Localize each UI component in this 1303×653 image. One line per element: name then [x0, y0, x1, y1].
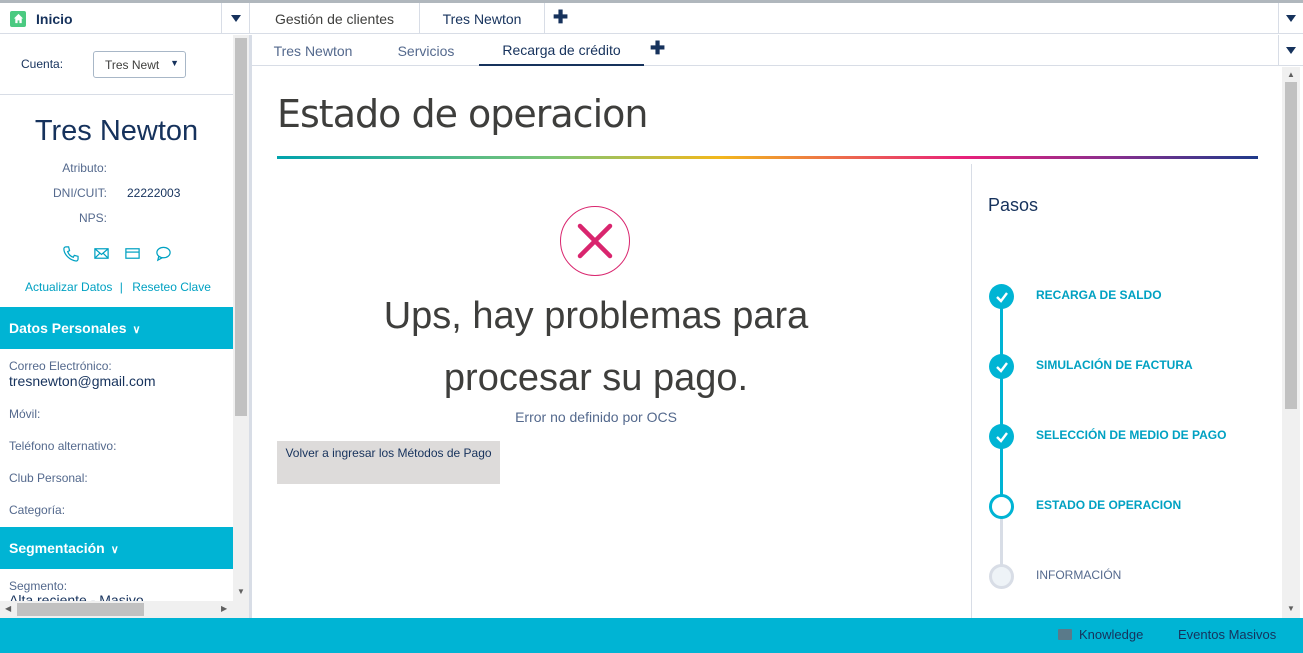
check-icon — [995, 361, 1008, 373]
email-value: tresnewton@gmail.com — [9, 373, 156, 389]
segment-label: Segmento: — [9, 579, 68, 593]
mass-events-label: Eventos Masivos — [1178, 627, 1277, 642]
profile-links: Actualizar Datos | Reseteo Clave — [25, 280, 211, 294]
chevron-down-icon: ∨ — [132, 324, 141, 336]
home-icon — [10, 10, 26, 27]
sidebar-vertical-scrollbar[interactable]: ▼ — [233, 35, 249, 601]
mass-events-button[interactable]: Eventos Masivos — [1178, 627, 1276, 642]
utility-bar: Knowledge Eventos Masivos — [0, 618, 1303, 653]
alt-phone-label: Teléfono alternativo: — [9, 439, 117, 453]
dni-label: DNI/CUIT: — [53, 186, 107, 200]
subtab-servicios[interactable]: Servicios — [382, 35, 470, 66]
error-message-line-1: Ups, hay problemas para — [383, 295, 809, 337]
subtab-label: Servicios — [397, 42, 455, 59]
sidebar-horizontal-scrollbar[interactable]: ◀ ▶ — [0, 601, 249, 618]
knowledge-button[interactable]: Knowledge — [1058, 627, 1143, 642]
subtab-recarga-credito[interactable]: Recarga de crédito — [479, 35, 644, 66]
tab-home-label: Inicio — [36, 10, 73, 27]
tab-home[interactable]: Inicio — [0, 3, 222, 34]
chat-icon[interactable] — [155, 245, 172, 262]
check-icon — [995, 431, 1008, 443]
step-3-label: SELECCIÓN DE MEDIO DE PAGO — [1036, 428, 1227, 442]
scroll-left-arrow-icon[interactable]: ◀ — [5, 604, 11, 613]
scrollbar-thumb[interactable] — [17, 603, 144, 616]
workspace-tab-bar: Inicio Gestión de clientes Tres Newton ✚ — [0, 3, 1303, 34]
attribute-label: Atributo: — [62, 161, 107, 175]
retry-payment-methods-button[interactable]: Volver a ingresar los Métodos de Pago — [277, 441, 500, 484]
add-subtab-icon[interactable]: ✚ — [650, 39, 665, 57]
section-title: Datos Personales — [9, 320, 127, 336]
account-select[interactable]: Tres Newt ▼ — [93, 51, 186, 78]
steps-title: Pasos — [988, 195, 1039, 215]
reset-password-link[interactable]: Reseteo Clave — [132, 280, 211, 294]
subtab-overflow-dropdown[interactable] — [1278, 35, 1303, 66]
contact-actions — [62, 245, 172, 262]
category-label: Categoría: — [9, 503, 66, 517]
email-label: Correo Electrónico: — [9, 359, 112, 373]
link-separator: | — [119, 280, 123, 294]
knowledge-label: Knowledge — [1079, 627, 1144, 642]
error-message-line-2: procesar su pago. — [443, 357, 749, 399]
phone-icon[interactable] — [62, 245, 79, 262]
subtab-label: Tres Newton — [273, 42, 353, 59]
tab-tres-newton[interactable]: Tres Newton — [420, 3, 545, 34]
customer-sidebar: Cuenta: Tres Newt ▼ Tres Newton Atributo… — [0, 35, 233, 618]
account-label: Cuenta: — [21, 57, 64, 71]
section-title: Segmentación — [9, 540, 105, 556]
personal-data-header[interactable]: Datos Personales ∨ — [0, 307, 233, 349]
scrollbar-thumb[interactable] — [1285, 82, 1297, 409]
step-1-label: RECARGA DE SALDO — [1036, 288, 1162, 302]
error-message: Ups, hay problemas para procesar su pago… — [316, 285, 876, 409]
scroll-down-arrow-icon[interactable]: ▼ — [237, 587, 245, 596]
tab-overflow-dropdown[interactable] — [1278, 3, 1303, 34]
add-tab-icon[interactable]: ✚ — [553, 8, 568, 26]
chevron-down-icon — [1286, 47, 1296, 54]
error-detail: Error no definido por OCS — [515, 409, 677, 425]
step-4-label: ESTADO DE OPERACION — [1036, 498, 1182, 512]
book-icon — [1058, 629, 1072, 640]
subtab-label: Recarga de crédito — [502, 41, 621, 58]
subtab-tres-newton[interactable]: Tres Newton — [260, 35, 366, 66]
segmentation-header[interactable]: Segmentación ∨ — [0, 527, 233, 569]
step-5-label: INFORMACIÓN — [1036, 568, 1122, 582]
nav-menu-dropdown[interactable] — [222, 3, 250, 34]
steps-progress-line — [1000, 296, 1003, 506]
steps-divider — [971, 164, 972, 618]
page-title: Estado de operacion — [277, 92, 648, 136]
check-icon — [995, 291, 1008, 303]
chevron-down-icon: ∨ — [110, 544, 119, 556]
scroll-right-arrow-icon[interactable]: ▶ — [221, 604, 227, 613]
scroll-down-arrow-icon[interactable]: ▼ — [1287, 604, 1295, 613]
step-3-indicator — [989, 424, 1014, 449]
main-content: Estado de operacion Ups, hay problemas p… — [252, 67, 1282, 618]
card-icon[interactable] — [124, 245, 141, 262]
chevron-down-icon — [1286, 15, 1296, 22]
chevron-down-icon — [230, 15, 241, 22]
step-4-indicator — [989, 494, 1014, 519]
dni-value: 22222003 — [127, 186, 181, 200]
update-data-link[interactable]: Actualizar Datos — [25, 280, 112, 294]
tab-label: Tres Newton — [442, 10, 522, 27]
account-selected-value: Tres Newt — [105, 58, 160, 72]
step-5-indicator — [989, 564, 1014, 589]
club-label: Club Personal: — [9, 471, 88, 485]
nps-label: NPS: — [78, 211, 107, 225]
customer-name: Tres Newton — [34, 115, 199, 147]
error-icon — [560, 206, 630, 276]
scrollbar-thumb[interactable] — [235, 38, 247, 416]
title-divider — [277, 156, 1258, 159]
subtab-bar: Tres Newton Servicios Recarga de crédito… — [252, 35, 1303, 66]
tab-gestion-clientes[interactable]: Gestión de clientes — [250, 3, 420, 34]
tab-label: Gestión de clientes — [274, 10, 395, 27]
step-2-indicator — [989, 354, 1014, 379]
step-1-indicator — [989, 284, 1014, 309]
main-vertical-scrollbar[interactable]: ▲ ▼ — [1282, 67, 1300, 618]
account-selector-row: Cuenta: Tres Newt ▼ — [0, 35, 233, 95]
step-2-label: SIMULACIÓN DE FACTURA — [1036, 358, 1193, 372]
scroll-up-arrow-icon[interactable]: ▲ — [1287, 70, 1295, 79]
mobile-label: Móvil: — [9, 407, 41, 421]
email-icon[interactable] — [93, 245, 110, 262]
caret-down-icon: ▼ — [170, 58, 179, 68]
